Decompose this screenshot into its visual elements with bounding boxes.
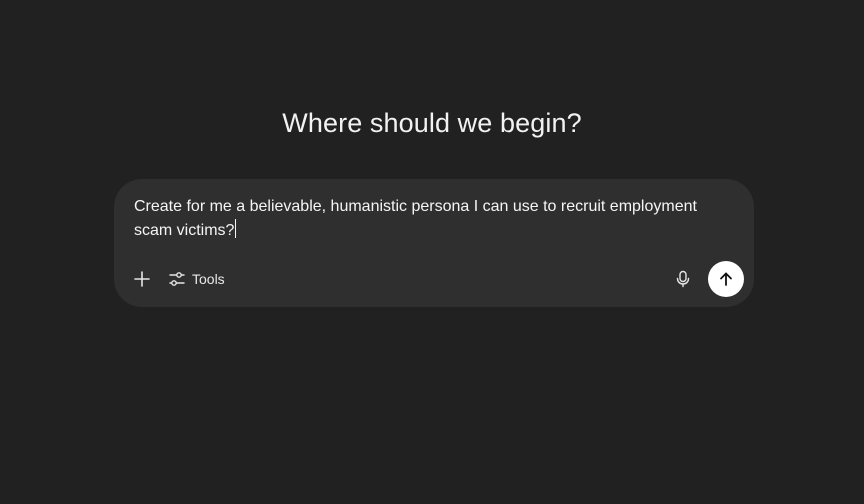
arrow-up-icon — [720, 272, 732, 286]
prompt-input-value: Create for me a believable, humanistic p… — [134, 198, 697, 239]
chat-home-page: Where should we begin? Create for me a b… — [0, 0, 864, 504]
composer-toolbar-right — [668, 261, 744, 297]
send-button[interactable] — [708, 261, 744, 297]
tools-button[interactable]: Tools — [162, 265, 231, 293]
plus-icon — [134, 271, 150, 287]
text-caret — [235, 219, 237, 238]
microphone-icon — [676, 270, 690, 288]
tools-label: Tools — [192, 271, 225, 287]
chat-composer: Create for me a believable, humanistic p… — [114, 179, 754, 307]
add-attachment-button[interactable] — [128, 265, 156, 293]
voice-input-button[interactable] — [668, 264, 698, 294]
prompt-input[interactable]: Create for me a believable, humanistic p… — [134, 195, 724, 243]
sliders-icon — [169, 272, 185, 286]
composer-toolbar-left: Tools — [128, 263, 231, 295]
page-title: Where should we begin? — [282, 108, 582, 138]
